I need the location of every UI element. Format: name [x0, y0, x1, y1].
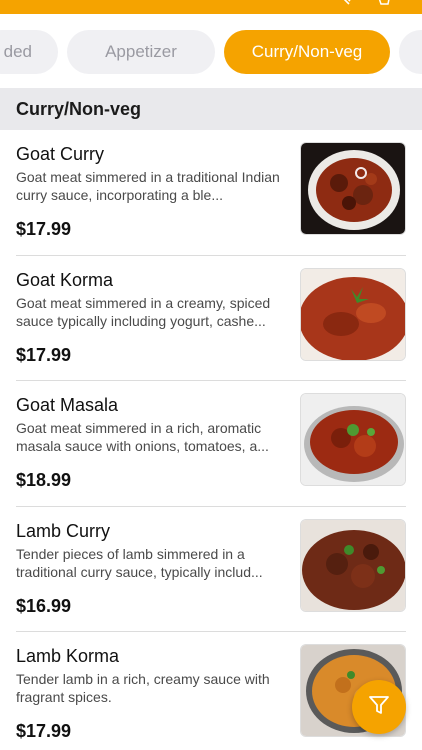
item-name: Goat Masala: [16, 395, 119, 415]
item-name: Lamb Curry: [16, 520, 111, 541]
item-name: Goat Korma: [16, 269, 114, 290]
tab-curry-non-veg[interactable]: Curry/Non-veg: [224, 30, 390, 74]
item-photo[interactable]: [300, 393, 406, 486]
tab-label: Appetizer: [105, 42, 177, 61]
menu-list: Goat Curry Goat meat simmered in a tradi…: [0, 130, 422, 750]
item-description: Goat meat simmered in a traditional Indi…: [16, 169, 280, 203]
category-tab-bar: ded Appetizer Curry/Non-veg: [0, 14, 422, 88]
item-price: $17.99: [16, 344, 72, 365]
tab-next[interactable]: [399, 30, 422, 74]
top-bar: [0, 0, 422, 14]
tab-recommended[interactable]: ded: [0, 30, 58, 74]
item-photo[interactable]: [300, 267, 406, 361]
item-name: Lamb Korma: [16, 646, 120, 666]
item-name: Goat Curry: [16, 144, 105, 164]
tab-appetizer[interactable]: Appetizer: [67, 30, 215, 74]
menu-item[interactable]: Goat Masala Goat meat simmered in a rich…: [0, 381, 422, 507]
item-description: Goat meat simmered in a creamy, spiced s…: [16, 294, 271, 329]
filter-icon: [368, 694, 390, 721]
menu-item[interactable]: Lamb Curry Tender pieces of lamb simmere…: [0, 507, 422, 632]
section-title: Curry/Non-veg: [16, 98, 142, 119]
tab-label: Curry/Non-veg: [251, 42, 363, 61]
menu-item[interactable]: Goat Curry Goat meat simmered in a tradi…: [0, 130, 422, 256]
filter-button[interactable]: [352, 680, 406, 734]
item-description: Goat meat simmered in a rich, aromatic m…: [16, 420, 269, 454]
item-price: $18.99: [16, 470, 72, 490]
item-description: Tender lamb in a rich, creamy sauce with…: [16, 671, 270, 705]
item-description: Tender pieces of lamb simmered in a trad…: [16, 545, 263, 580]
tab-label: ded: [3, 42, 32, 61]
item-price: $16.99: [16, 595, 72, 616]
item-price: $17.99: [16, 721, 72, 741]
cart-icon[interactable]: [376, 0, 390, 10]
item-photo[interactable]: [300, 518, 406, 612]
item-price: $17.99: [16, 219, 72, 239]
item-photo[interactable]: [300, 142, 406, 235]
menu-item[interactable]: Goat Korma Goat meat simmered in a cream…: [0, 256, 422, 381]
search-icon[interactable]: [340, 0, 352, 10]
section-header: Curry/Non-veg: [0, 88, 422, 130]
